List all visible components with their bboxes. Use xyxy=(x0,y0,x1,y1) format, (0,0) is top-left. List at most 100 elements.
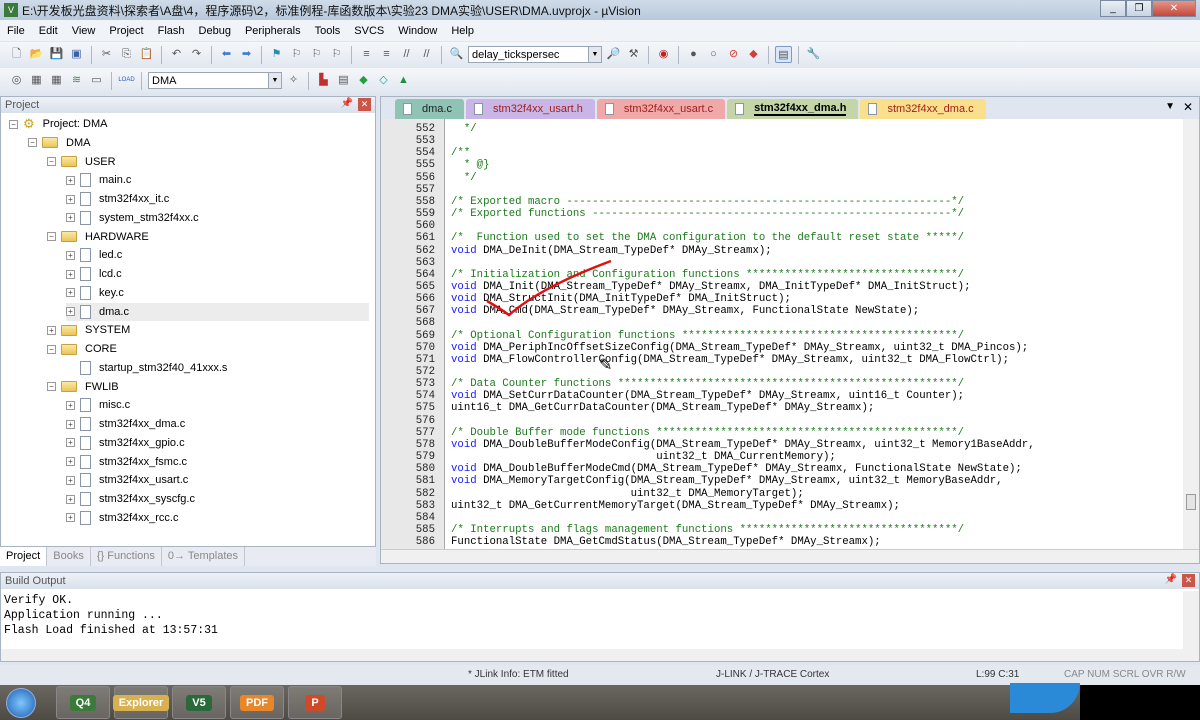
tree-item[interactable]: + stm32f4xx_syscfg.c xyxy=(66,490,195,508)
tree-item[interactable]: + stm32f4xx_rcc.c xyxy=(66,509,178,527)
find-combo[interactable]: delay_tickspersec ▼ xyxy=(468,46,602,63)
collapse-icon[interactable]: − xyxy=(47,382,56,391)
menu-file[interactable]: File xyxy=(0,25,32,37)
taskbar-app[interactable]: P xyxy=(288,686,342,719)
expand-icon[interactable]: + xyxy=(66,250,75,260)
tree-item[interactable]: + stm32f4xx_gpio.c xyxy=(66,434,185,452)
tree-item[interactable]: + stm32f4xx_it.c xyxy=(66,190,169,208)
vertical-scrollbar[interactable] xyxy=(1183,119,1199,549)
expand-icon[interactable]: + xyxy=(66,307,75,316)
close-icon[interactable]: ✕ xyxy=(358,98,371,111)
clear-bookmarks-icon[interactable]: ⚐ xyxy=(328,46,345,63)
nav-forward-icon[interactable]: ➡ xyxy=(238,46,255,63)
menu-help[interactable]: Help xyxy=(444,25,481,37)
tree-item[interactable]: − CORE xyxy=(47,340,117,358)
pin-icon[interactable]: 📌 xyxy=(1165,574,1177,585)
unindent-icon[interactable]: ≡ xyxy=(378,46,395,63)
breakpoint-icon[interactable]: ● xyxy=(685,46,702,63)
undo-icon[interactable]: ↶ xyxy=(168,46,185,63)
pack-installer-icon[interactable]: ◇ xyxy=(375,72,392,89)
paste-icon[interactable]: 📋 xyxy=(138,46,155,63)
tree-item[interactable]: + stm32f4xx_usart.c xyxy=(66,471,188,489)
open-icon[interactable]: 📂 xyxy=(28,46,45,63)
tree-item[interactable]: + system_stm32f4xx.c xyxy=(66,209,199,227)
expand-icon[interactable]: + xyxy=(66,494,75,504)
tree-item[interactable]: + lcd.c xyxy=(66,265,122,283)
menu-svcs[interactable]: SVCS xyxy=(347,25,391,37)
taskbar-app[interactable]: Explorer xyxy=(112,686,170,719)
save-icon[interactable]: 💾 xyxy=(48,46,65,63)
tree-item[interactable]: − USER xyxy=(47,153,116,171)
tree-item[interactable]: + misc.c xyxy=(66,396,130,414)
debug-session-icon[interactable]: ◉ xyxy=(655,46,672,63)
save-all-icon[interactable]: ▣ xyxy=(68,46,85,63)
tree-item[interactable]: − DMA xyxy=(28,134,90,152)
collapse-icon[interactable]: − xyxy=(47,232,56,241)
expand-icon[interactable]: + xyxy=(66,400,75,410)
new-file-icon[interactable]: 🗋 xyxy=(8,46,25,63)
expand-icon[interactable]: + xyxy=(66,213,75,223)
find-in-files-icon[interactable]: 🔍 xyxy=(448,46,465,63)
collapse-icon[interactable]: − xyxy=(9,119,18,129)
target-options-icon[interactable]: ✧ xyxy=(285,72,302,89)
expand-icon[interactable]: + xyxy=(66,194,75,204)
tree-item[interactable]: + stm32f4xx_fsmc.c xyxy=(66,453,187,471)
tree-item[interactable]: − FWLIB xyxy=(47,378,119,396)
start-button[interactable] xyxy=(6,688,36,718)
expand-icon[interactable]: + xyxy=(66,269,75,279)
code-area[interactable]: 552 */553 554/** 555 * @} 556 */557 558/* Ex… xyxy=(381,123,1181,547)
minimize-button[interactable]: _ xyxy=(1100,0,1126,17)
taskbar-app[interactable]: PDF xyxy=(230,686,284,719)
chevron-down-icon[interactable]: ▼ xyxy=(588,47,601,62)
build-icon[interactable]: ▦ xyxy=(28,72,45,89)
expand-icon[interactable]: + xyxy=(66,513,75,523)
tree-item[interactable]: + led.c xyxy=(66,246,122,264)
editor-tab[interactable]: stm32f4xx_dma.h xyxy=(727,99,859,119)
close-button[interactable]: ✕ xyxy=(1152,0,1196,17)
collapse-icon[interactable]: − xyxy=(47,344,56,354)
manage-components-icon[interactable]: ▙ xyxy=(315,72,332,89)
maximize-button[interactable]: ❐ xyxy=(1126,0,1152,17)
translate-icon[interactable]: ◎ xyxy=(8,72,25,89)
tab-templates[interactable]: 0→ Templates xyxy=(162,547,246,566)
load-icon[interactable]: LOAD xyxy=(118,72,135,89)
prev-bookmark-icon[interactable]: ⚐ xyxy=(288,46,305,63)
nav-back-icon[interactable]: ⬅ xyxy=(218,46,235,63)
close-tab-icon[interactable]: ✕ xyxy=(1183,100,1193,114)
next-bookmark-icon[interactable]: ⚐ xyxy=(308,46,325,63)
expand-icon[interactable]: + xyxy=(66,475,75,485)
tab-functions[interactable]: {} Functions xyxy=(91,547,162,566)
rte-icon[interactable]: ◆ xyxy=(355,72,372,89)
menu-debug[interactable]: Debug xyxy=(192,25,238,37)
tree-item[interactable]: + main.c xyxy=(66,171,131,189)
editor-tab[interactable]: stm32f4xx_usart.h xyxy=(465,99,595,119)
stop-build-icon[interactable]: ▭ xyxy=(88,72,105,89)
incremental-find-icon[interactable]: ⚒ xyxy=(625,46,642,63)
pin-icon[interactable]: 📌 xyxy=(341,98,353,109)
tree-item[interactable]: + stm32f4xx_dma.c xyxy=(66,415,185,433)
expand-icon[interactable]: + xyxy=(47,325,56,335)
vertical-scrollbar[interactable] xyxy=(1183,591,1199,649)
expand-icon[interactable]: + xyxy=(66,457,75,466)
collapse-icon[interactable]: − xyxy=(47,157,56,166)
disable-all-breakpoints-icon[interactable]: ⊘ xyxy=(725,46,742,63)
rebuild-icon[interactable]: ▦ xyxy=(48,72,65,89)
collapse-icon[interactable]: − xyxy=(28,138,37,148)
menu-flash[interactable]: Flash xyxy=(151,25,192,37)
tree-item[interactable]: + SYSTEM xyxy=(47,321,130,339)
expand-icon[interactable]: + xyxy=(66,288,75,298)
expand-icon[interactable]: + xyxy=(66,419,75,429)
tree-item[interactable]: + dma.c xyxy=(66,302,369,321)
menu-window[interactable]: Window xyxy=(391,25,444,37)
taskbar-app[interactable]: V5 xyxy=(172,686,226,719)
configure-icon[interactable]: 🔧 xyxy=(805,46,822,63)
horizontal-scrollbar[interactable] xyxy=(1,649,1199,661)
batch-build-icon[interactable]: ≋ xyxy=(68,72,85,89)
menu-tools[interactable]: Tools xyxy=(308,25,348,37)
disable-breakpoint-icon[interactable]: ○ xyxy=(705,46,722,63)
bookmark-icon[interactable]: ⚑ xyxy=(268,46,285,63)
expand-icon[interactable]: + xyxy=(66,175,75,185)
kill-breakpoints-icon[interactable]: ◆ xyxy=(745,46,762,63)
menu-peripherals[interactable]: Peripherals xyxy=(238,25,308,37)
select-pack-icon[interactable]: ▲ xyxy=(395,72,412,89)
